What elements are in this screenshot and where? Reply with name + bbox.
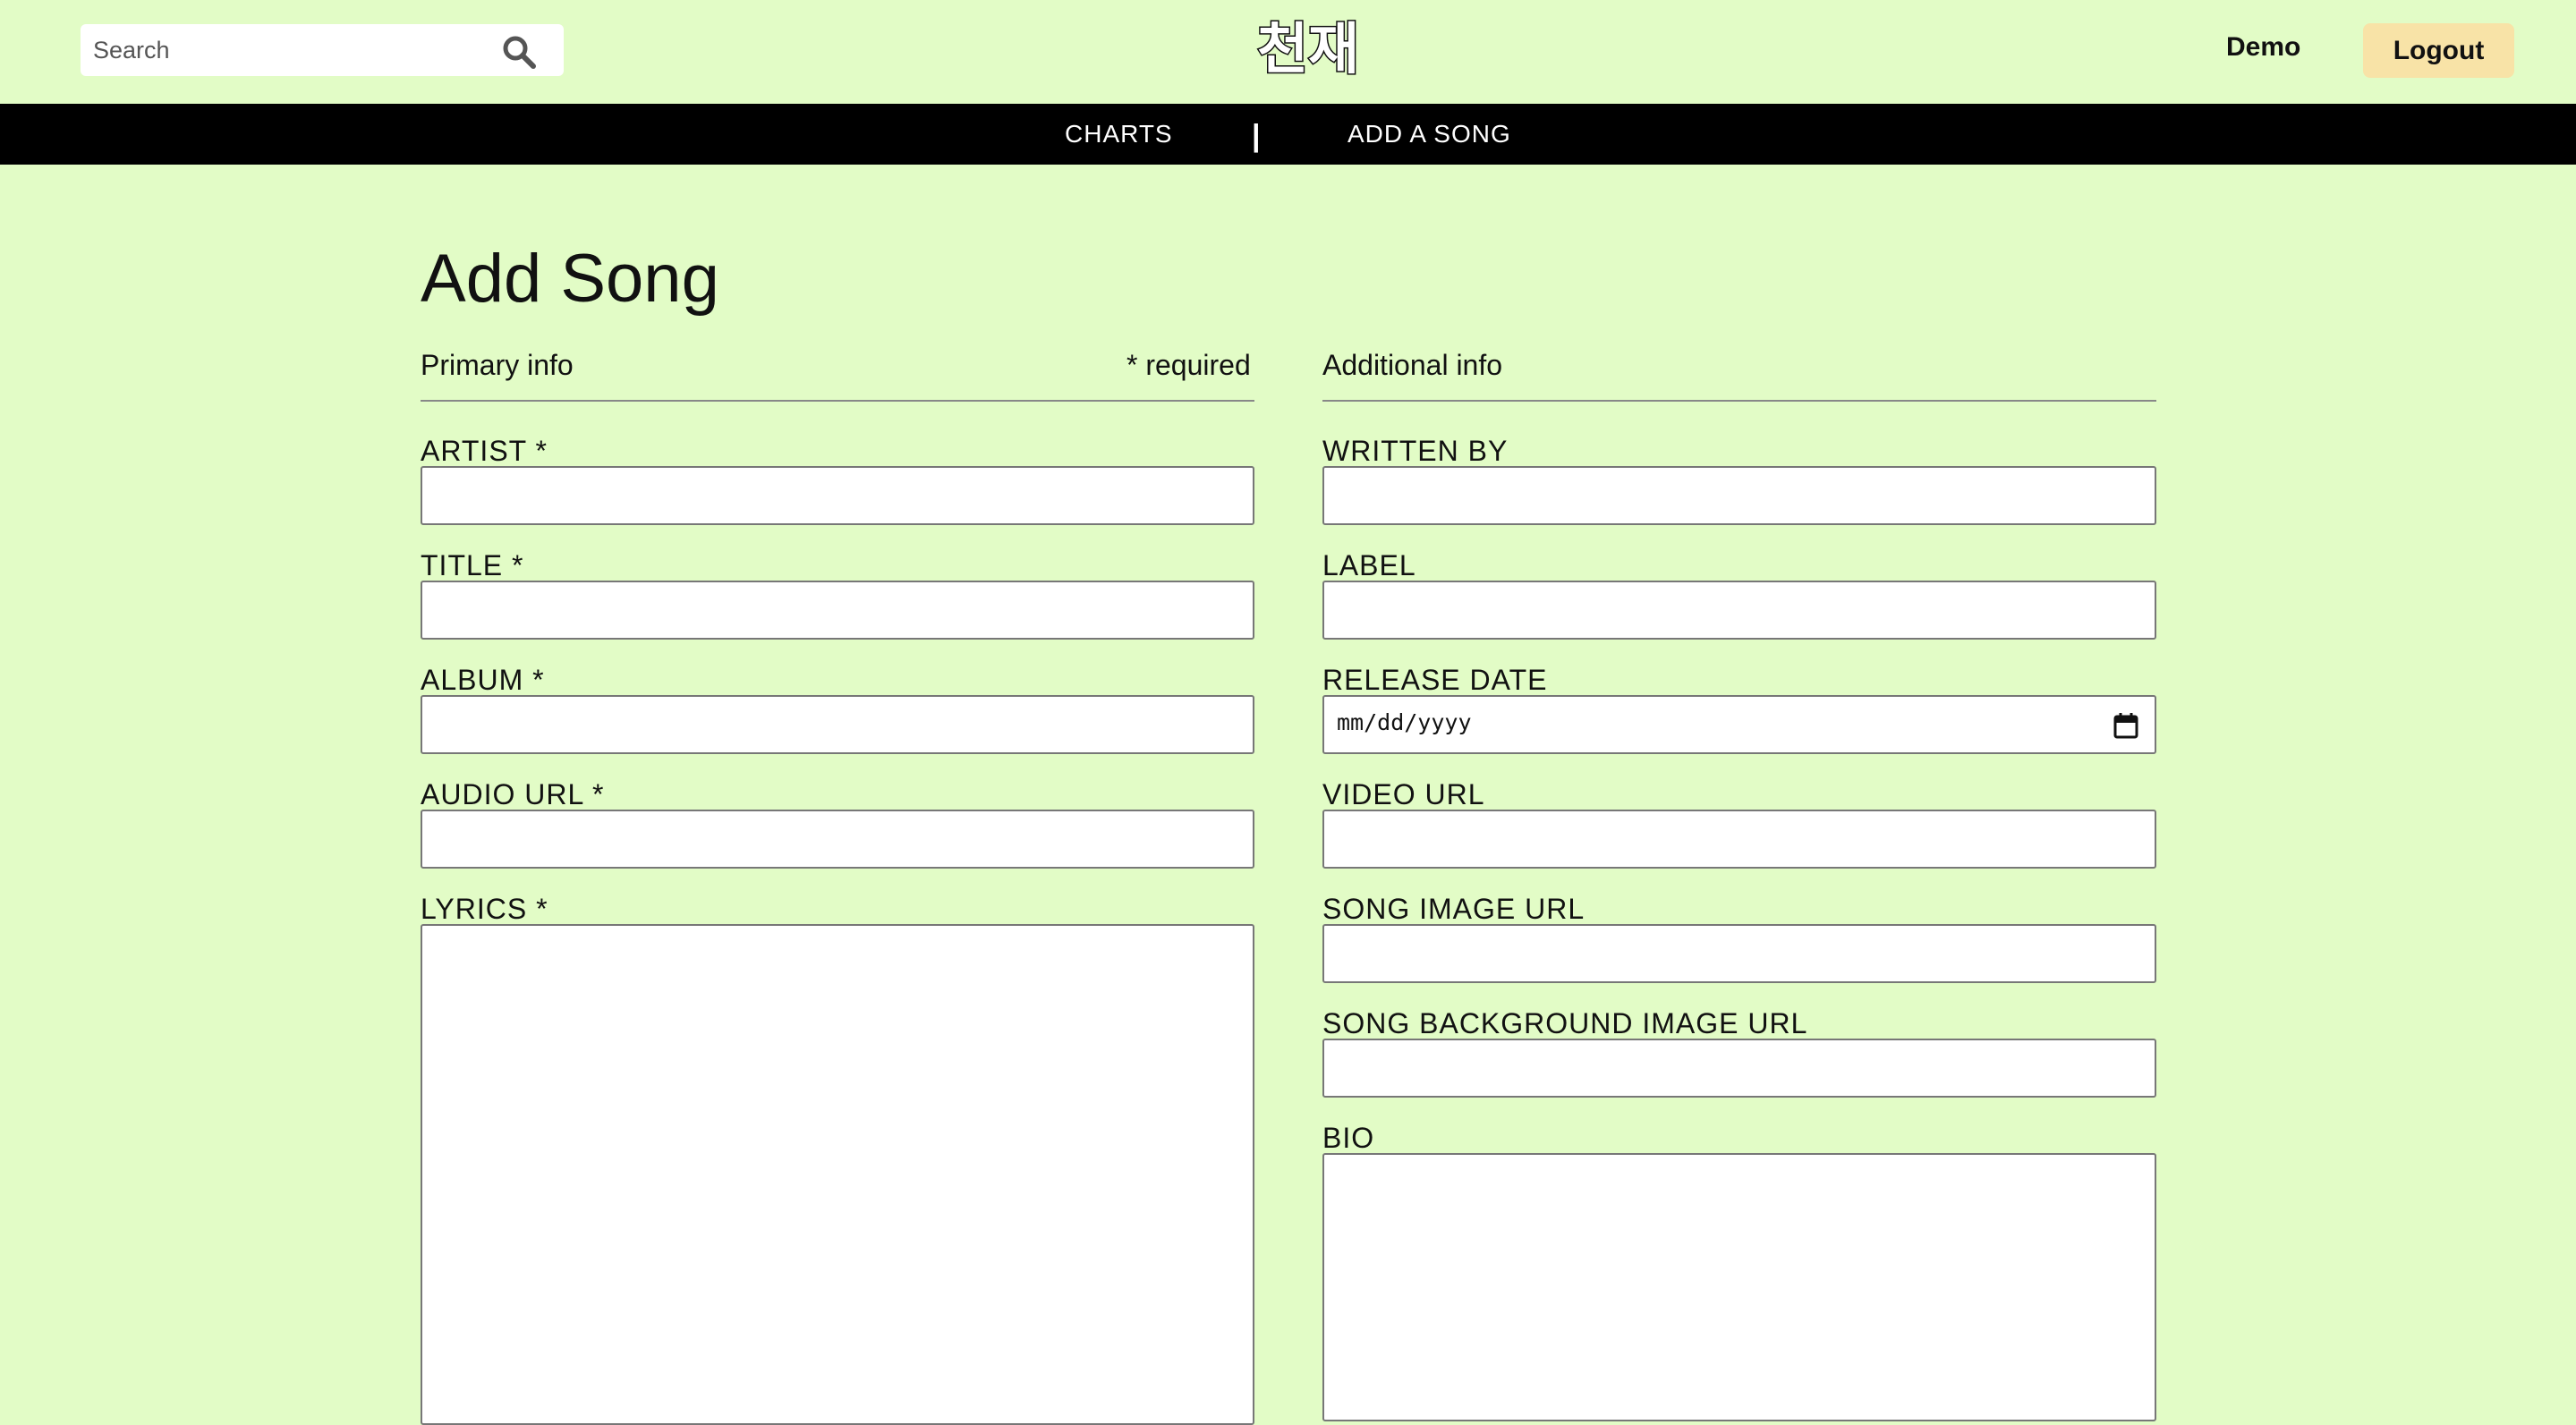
release-date-input[interactable]: mm/dd/yyyy — [1322, 695, 2156, 754]
video-url-label: VIDEO URL — [1322, 778, 1485, 810]
artist-input[interactable] — [421, 466, 1254, 525]
title-label: TITLE * — [421, 549, 524, 581]
label-input[interactable] — [1322, 581, 2156, 640]
required-note: * required — [1126, 349, 1251, 381]
lyrics-label: LYRICS * — [421, 893, 548, 925]
bio-label: BIO — [1322, 1122, 1375, 1154]
additional-info-heading: Additional info — [1322, 349, 1503, 381]
song-image-url-input[interactable] — [1322, 924, 2156, 983]
calendar-icon[interactable] — [2113, 712, 2138, 739]
page-title: Add Song — [421, 241, 719, 317]
search-box — [81, 24, 564, 76]
audio-url-input[interactable] — [421, 810, 1254, 869]
song-image-url-label: SONG IMAGE URL — [1322, 893, 1586, 925]
artist-label: ARTIST * — [421, 435, 548, 467]
additional-divider — [1322, 400, 2156, 402]
site-logo[interactable]: 천재 — [1245, 9, 1371, 83]
main-nav: CHARTS | ADD A SONG — [0, 104, 2576, 165]
nav-divider: | — [1252, 119, 1261, 153]
lyrics-textarea[interactable] — [421, 924, 1254, 1425]
release-date-label: RELEASE DATE — [1322, 664, 1548, 696]
song-background-image-url-input[interactable] — [1322, 1039, 2156, 1098]
search-icon[interactable] — [501, 34, 537, 70]
video-url-input[interactable] — [1322, 810, 2156, 869]
primary-divider — [421, 400, 1254, 402]
logout-button[interactable]: Logout — [2363, 23, 2514, 78]
nav-charts-link[interactable]: CHARTS — [1065, 104, 1173, 165]
bio-textarea[interactable] — [1322, 1153, 2156, 1421]
title-input[interactable] — [421, 581, 1254, 640]
song-background-image-url-label: SONG BACKGROUND IMAGE URL — [1322, 1007, 1808, 1039]
top-header: 천재 Demo Logout — [0, 0, 2576, 104]
user-name[interactable]: Demo — [2226, 32, 2300, 63]
written-by-input[interactable] — [1322, 466, 2156, 525]
logo-text: 천재 — [1257, 16, 1359, 81]
primary-info-heading: Primary info — [421, 349, 574, 381]
written-by-label: WRITTEN BY — [1322, 435, 1509, 467]
label-label: LABEL — [1322, 549, 1416, 581]
album-label: ALBUM * — [421, 664, 545, 696]
search-input[interactable] — [81, 24, 492, 76]
nav-add-song-link[interactable]: ADD A SONG — [1348, 104, 1511, 165]
release-date-placeholder: mm/dd/yyyy — [1337, 709, 1472, 735]
audio-url-label: AUDIO URL * — [421, 778, 605, 810]
album-input[interactable] — [421, 695, 1254, 754]
